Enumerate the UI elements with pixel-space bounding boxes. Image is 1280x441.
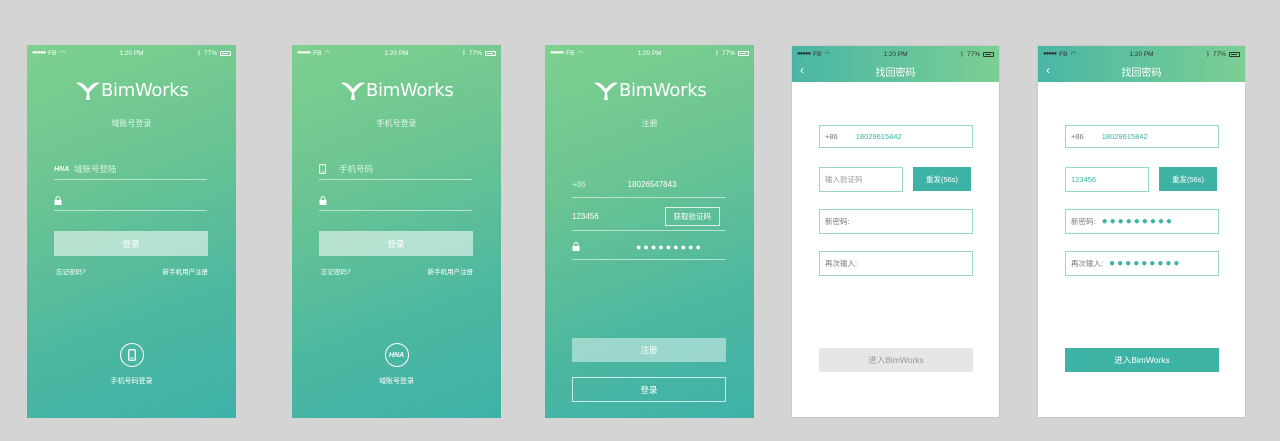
status-bar: ●●●●● FB ◠ 1:20 PM ᛒ 77% xyxy=(792,46,999,62)
header-bar: ●●●●● FB ◠ 1:20 PM ᛒ 77% ‹ 找回密码 xyxy=(1038,46,1245,82)
repeat-password-label: 再次输入: xyxy=(825,259,858,268)
brand-name: BimWorks xyxy=(101,79,189,101)
new-password-value: ●●●●●●●●● xyxy=(1101,216,1174,227)
brand-logo: BimWorks xyxy=(292,79,501,101)
hna-icon: HNA xyxy=(54,165,70,173)
code-placeholder: 输入验证码 xyxy=(825,175,863,184)
phone-field[interactable]: +86 18026547843 xyxy=(572,172,726,198)
new-password-label: 新密码: xyxy=(1071,217,1096,226)
forgot-password-link[interactable]: 忘记密码? xyxy=(56,266,86,276)
bluetooth-icon: ᛒ xyxy=(462,49,466,57)
password-field[interactable]: ●●●●●●●●● xyxy=(572,234,726,260)
phone-field[interactable]: +86 18029615842 xyxy=(819,125,973,148)
phone-value: 18029615842 xyxy=(855,132,902,141)
battery-percent: 77% xyxy=(721,49,735,57)
country-code: +86 xyxy=(1071,132,1084,141)
bluetooth-icon: ᛒ xyxy=(197,49,201,57)
login-button[interactable]: 登录 xyxy=(54,231,208,256)
phone-field[interactable]: 手机号码 xyxy=(319,159,472,180)
page-subtitle: 手机号登录 xyxy=(376,119,417,128)
battery-percent: 77% xyxy=(966,50,980,58)
phone-value: 18026547843 xyxy=(627,180,677,189)
brand-logo: BimWorks xyxy=(545,79,754,101)
phone-login-label[interactable]: 手机号码登录 xyxy=(27,376,236,386)
screen-register: ●●●●● FB ◠ 1:20 PM ᛒ 77% BimWorks 注册 +86 18… xyxy=(545,45,754,418)
status-bar: ●●●●● FB ◠ 1:20 PM ᛒ 77% xyxy=(27,45,236,61)
enter-button-disabled[interactable]: 进入BimWorks xyxy=(819,348,973,372)
resend-button[interactable]: 重发(56s) xyxy=(1159,167,1217,191)
forgot-password-link[interactable]: 忘记密码? xyxy=(321,266,351,276)
battery-icon xyxy=(738,50,749,56)
repeat-password-label: 再次输入: xyxy=(1071,259,1104,268)
status-bar: ●●●●● FB ◠ 1:20 PM ᛒ 77% xyxy=(545,45,754,61)
repeat-password-field[interactable]: 再次输入: ●●●●●●●●● xyxy=(1065,251,1219,276)
page-title: 找回密码 xyxy=(875,68,916,79)
password-value: ●●●●●●●●● xyxy=(636,241,703,252)
new-password-label: 新密码: xyxy=(825,217,850,226)
register-button[interactable]: 注册 xyxy=(572,338,726,362)
lock-icon xyxy=(54,195,74,205)
password-field[interactable] xyxy=(54,190,207,211)
brand-logo: BimWorks xyxy=(27,79,236,101)
hna-icon: HNA xyxy=(388,351,405,359)
lock-icon xyxy=(319,195,339,205)
repeat-password-value: ●●●●●●●●● xyxy=(1109,258,1182,269)
whale-tail-icon xyxy=(75,82,100,100)
login-links: 忘记密码? 新手机用户注册 xyxy=(56,266,208,276)
code-input[interactable]: 输入验证码 xyxy=(819,167,903,192)
register-link[interactable]: 新手机用户注册 xyxy=(163,266,209,276)
enter-button[interactable]: 进入BimWorks xyxy=(1065,348,1219,372)
header-bar: ●●●●● FB ◠ 1:20 PM ᛒ 77% ‹ 找回密码 xyxy=(792,46,999,82)
new-password-field[interactable]: 新密码: xyxy=(819,209,973,234)
screen-recover-empty: ●●●●● FB ◠ 1:20 PM ᛒ 77% ‹ 找回密码 +86 1802961… xyxy=(791,45,1000,418)
battery-icon xyxy=(1229,51,1240,57)
brand-name: BimWorks xyxy=(366,79,454,101)
code-input[interactable]: 123456 xyxy=(1065,167,1149,192)
battery-icon xyxy=(220,50,231,56)
whale-tail-icon xyxy=(340,82,365,100)
battery-icon xyxy=(485,50,496,56)
bluetooth-icon: ᛒ xyxy=(960,50,964,58)
battery-icon xyxy=(983,51,994,57)
brand-name: BimWorks xyxy=(619,79,707,101)
code-value: 123456 xyxy=(1071,175,1097,184)
country-code: +86 xyxy=(572,180,586,189)
login-button[interactable]: 登录 xyxy=(319,231,473,256)
hna-circle-icon[interactable]: HNA xyxy=(384,343,409,367)
register-link[interactable]: 新手机用户注册 xyxy=(428,266,474,276)
account-placeholder: 域账号登陆 xyxy=(74,164,117,174)
battery-percent: 77% xyxy=(468,49,482,57)
phone-value: 18029615842 xyxy=(1101,132,1148,141)
code-field[interactable]: 123456 获取验证码 xyxy=(572,203,726,231)
bluetooth-icon: ᛒ xyxy=(1206,50,1210,58)
get-code-button[interactable]: 获取验证码 xyxy=(664,207,720,226)
bluetooth-icon: ᛒ xyxy=(715,49,719,57)
page-title: 找回密码 xyxy=(1121,68,1162,79)
country-code: +86 xyxy=(825,132,838,141)
screen-domain-login: ●●●●● FB ◠ 1:20 PM ᛒ 77% BimWorks 域账号登录 HNA… xyxy=(27,45,236,418)
battery-percent: 77% xyxy=(203,49,217,57)
mobile-icon xyxy=(319,164,339,174)
page-subtitle: 注册 xyxy=(641,119,658,128)
whale-tail-icon xyxy=(593,82,618,100)
login-button[interactable]: 登录 xyxy=(572,377,726,402)
screen-recover-filled: ●●●●● FB ◠ 1:20 PM ᛒ 77% ‹ 找回密码 +86 1802961… xyxy=(1037,45,1246,418)
repeat-password-field[interactable]: 再次输入: xyxy=(819,251,973,276)
phone-field[interactable]: +86 18029615842 xyxy=(1065,125,1219,148)
code-value: 123456 xyxy=(572,212,599,221)
password-field[interactable] xyxy=(319,190,472,211)
lock-icon xyxy=(572,242,580,251)
status-bar: ●●●●● FB ◠ 1:20 PM ᛒ 77% xyxy=(292,45,501,61)
phone-icon[interactable] xyxy=(119,343,144,367)
screen-phone-login: ●●●●● FB ◠ 1:20 PM ᛒ 77% BimWorks 手机号登录 手机号… xyxy=(292,45,501,418)
domain-login-label[interactable]: 域账号登录 xyxy=(292,376,501,386)
account-field[interactable]: HNA 域账号登陆 xyxy=(54,159,207,180)
battery-percent: 77% xyxy=(1212,50,1226,58)
status-bar: ●●●●● FB ◠ 1:20 PM ᛒ 77% xyxy=(1038,46,1245,62)
new-password-field[interactable]: 新密码: ●●●●●●●●● xyxy=(1065,209,1219,234)
login-links: 忘记密码? 新手机用户注册 xyxy=(321,266,473,276)
resend-button[interactable]: 重发(56s) xyxy=(913,167,971,191)
page-subtitle: 域账号登录 xyxy=(111,119,152,128)
phone-placeholder: 手机号码 xyxy=(339,164,374,174)
